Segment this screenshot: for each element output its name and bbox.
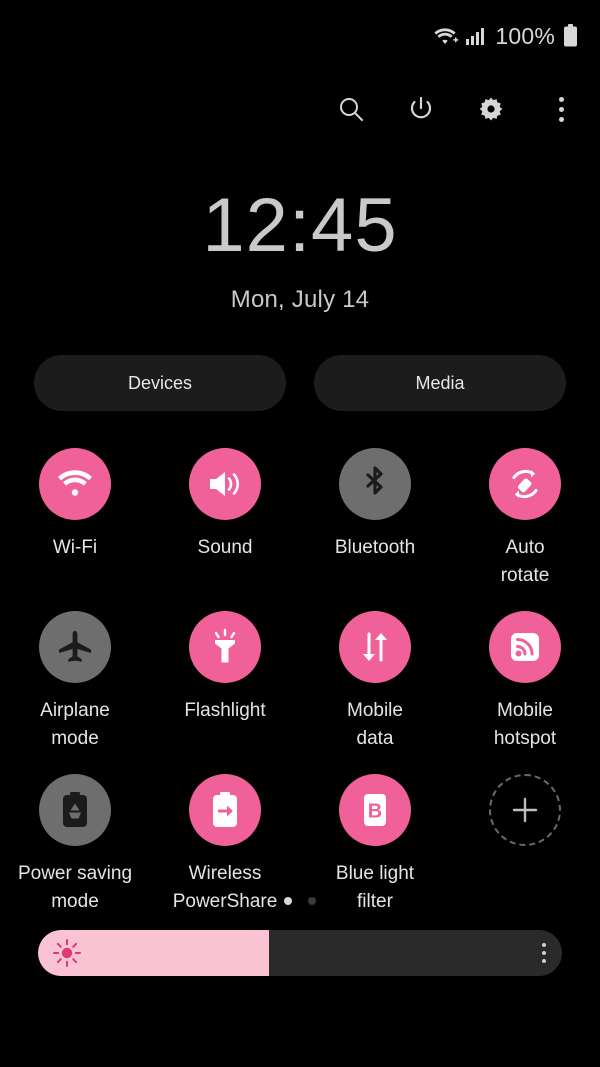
tile-label: Power saving mode <box>17 863 133 912</box>
search-icon[interactable] <box>334 92 368 126</box>
tile-label: Wi-Fi <box>52 537 98 558</box>
wifi-icon <box>39 448 111 520</box>
plus-icon <box>489 774 561 847</box>
auto-rotate-icon <box>489 448 561 520</box>
cellular-signal-icon <box>465 26 485 46</box>
brightness-slider[interactable] <box>38 930 562 976</box>
tile-label: Auto rotate <box>500 537 550 586</box>
quick-settings-grid: Wi-Fi Sound Bluetooth Auto rotate Airpla… <box>0 448 600 915</box>
gear-icon[interactable] <box>474 92 508 126</box>
battery-percent-label: 100% <box>495 22 555 49</box>
mobile-data-icon <box>339 611 411 684</box>
bluetooth-icon <box>339 448 411 520</box>
shortcut-row: Devices Media <box>34 355 566 411</box>
airplane-icon <box>39 611 111 684</box>
tile-label: Airplane mode <box>40 700 110 749</box>
tile-mobile-data[interactable]: Mobile data <box>300 611 450 752</box>
svg-text:B: B <box>368 801 382 823</box>
tile-wireless-powershare[interactable]: Wireless PowerShare <box>150 774 300 915</box>
tile-flashlight[interactable]: Flashlight <box>150 611 300 752</box>
tile-label: Sound <box>197 537 253 558</box>
tile-sound[interactable]: Sound <box>150 448 300 589</box>
tile-auto-rotate[interactable]: Auto rotate <box>450 448 600 589</box>
tile-label: Mobile hotspot <box>493 700 557 749</box>
sound-icon <box>189 448 261 520</box>
power-icon[interactable] <box>404 92 438 126</box>
tile-airplane-mode[interactable]: Airplane mode <box>0 611 150 752</box>
brightness-sun-icon <box>52 938 82 968</box>
power-saving-icon <box>39 774 111 847</box>
page-dot-2[interactable] <box>308 897 316 905</box>
media-button[interactable]: Media <box>314 355 566 411</box>
brightness-more-icon[interactable] <box>542 943 546 963</box>
tile-label: Mobile data <box>347 700 403 749</box>
quick-settings-panel: 100% 12:45 Mon, July 14 Devices Media Wi… <box>0 0 600 1067</box>
clock-time: 12:45 <box>202 183 398 268</box>
clock-date: Mon, July 14 <box>230 286 370 313</box>
tile-bluetooth[interactable]: Bluetooth <box>300 448 450 589</box>
battery-full-icon <box>563 24 578 48</box>
flashlight-icon <box>189 611 261 684</box>
tile-wifi[interactable]: Wi-Fi <box>0 448 150 589</box>
wifi-icon <box>433 25 459 47</box>
tile-mobile-hotspot[interactable]: Mobile hotspot <box>450 611 600 752</box>
tile-power-saving-mode[interactable]: Power saving mode <box>0 774 150 915</box>
add-tile-button[interactable] <box>450 774 600 915</box>
hotspot-icon <box>489 611 561 684</box>
panel-toolbar <box>334 92 578 126</box>
clock-widget[interactable]: 12:45 Mon, July 14 <box>0 188 600 314</box>
page-dot-1[interactable] <box>284 897 292 905</box>
tile-label: Bluetooth <box>334 537 416 558</box>
more-vertical-icon[interactable] <box>544 92 578 126</box>
status-bar: 100% <box>0 0 600 72</box>
tile-blue-light-filter[interactable]: B Blue light filter <box>300 774 450 915</box>
page-indicator <box>0 897 600 905</box>
brightness-track[interactable] <box>38 930 562 976</box>
powershare-icon <box>189 774 261 847</box>
devices-button[interactable]: Devices <box>34 355 286 411</box>
blue-light-filter-icon: B <box>339 774 411 847</box>
tile-label: Flashlight <box>184 700 266 722</box>
tile-label: Blue light filter <box>335 863 415 912</box>
tile-label: Wireless PowerShare <box>172 863 278 912</box>
more-dots <box>558 96 564 122</box>
